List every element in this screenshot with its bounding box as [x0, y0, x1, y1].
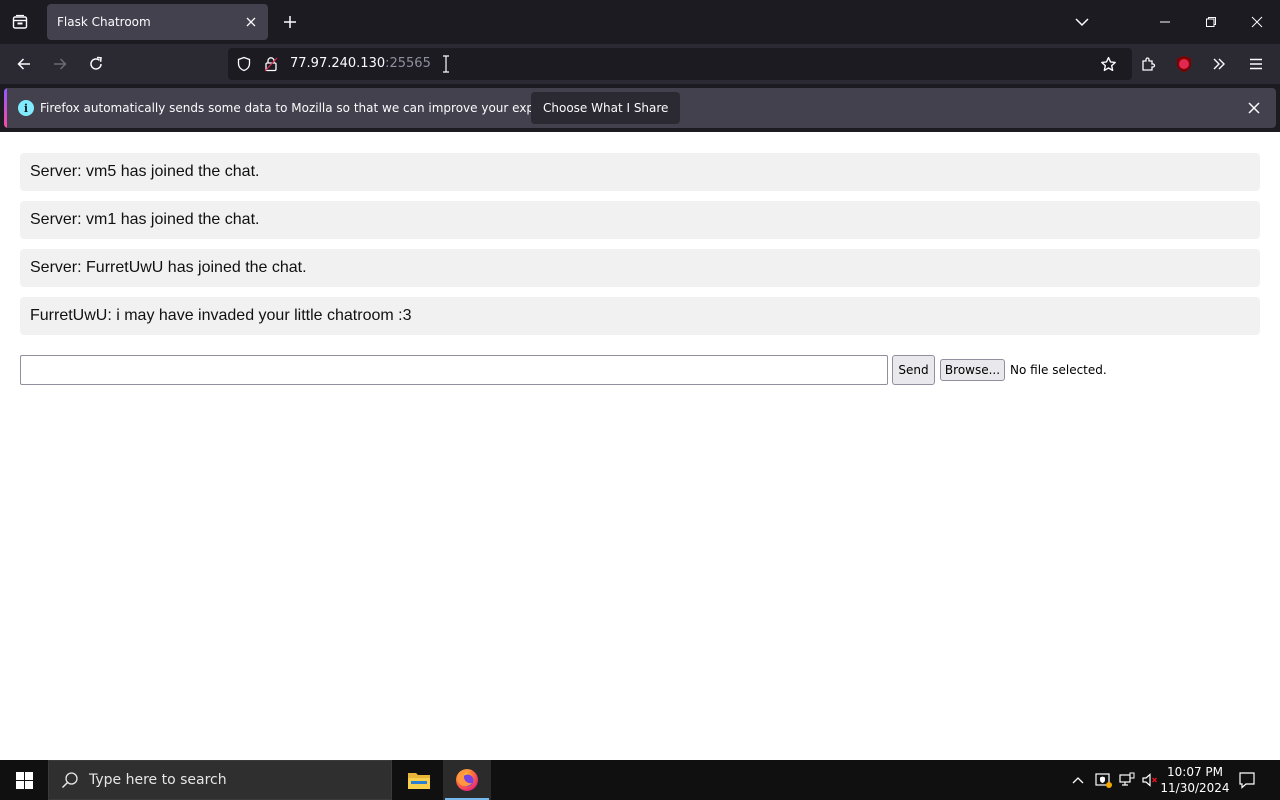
reload-icon [90, 56, 102, 70]
new-tab-button[interactable] [276, 8, 304, 36]
close-icon [1251, 16, 1263, 28]
send-button[interactable]: Send [892, 355, 935, 385]
firefox-view-button[interactable] [4, 6, 36, 38]
minimize-button[interactable] [1142, 0, 1188, 44]
windows-logo-icon [15, 771, 33, 789]
shield-icon [237, 56, 251, 72]
firefox-icon [456, 769, 478, 791]
hamburger-menu-icon [1250, 58, 1262, 70]
connection-insecure-icon[interactable] [263, 56, 279, 72]
minimize-icon [1160, 21, 1170, 23]
browse-file-button[interactable]: Browse... [940, 359, 1005, 381]
message-input[interactable] [20, 355, 888, 385]
page-viewport: Server: vm5 has joined the chat. Server:… [0, 132, 1280, 760]
tab-title: Flask Chatroom [57, 15, 151, 29]
chat-messages: Server: vm5 has joined the chat. Server:… [20, 153, 1260, 345]
star-icon [1100, 56, 1116, 71]
reload-button[interactable] [80, 48, 112, 80]
defender-icon [1095, 773, 1112, 788]
taskbar-clock[interactable]: 10:07 PM 11/30/2024 [1160, 764, 1230, 796]
chat-message: FurretUwU: i may have invaded your littl… [20, 297, 1260, 335]
message-composer: Send Browse... No file selected. [20, 355, 1260, 385]
lock-icon [264, 57, 278, 72]
window-close-button[interactable] [1234, 0, 1280, 44]
app-menu-button[interactable] [1240, 48, 1272, 80]
restore-button[interactable] [1188, 0, 1234, 44]
tracking-protection-icon[interactable] [236, 56, 252, 72]
chevrons-right-icon [1213, 58, 1225, 70]
clock-time: 10:07 PM [1167, 765, 1223, 779]
chat-message: Server: FurretUwU has joined the chat. [20, 249, 1260, 287]
notification-accent [4, 88, 7, 128]
chevron-up-icon [1072, 777, 1084, 784]
arrow-left-icon [17, 58, 30, 70]
list-all-tabs-button[interactable] [1059, 0, 1105, 44]
extensions-button[interactable] [1132, 48, 1164, 80]
notification-message: Firefox automatically sends some data to… [40, 101, 583, 115]
search-placeholder: Type here to search [89, 772, 227, 788]
taskbar-firefox[interactable] [443, 760, 491, 800]
folder-icon [408, 773, 430, 789]
taskbar-file-explorer[interactable] [395, 760, 443, 800]
forward-button[interactable] [44, 48, 76, 80]
tray-volume-icon[interactable] [1140, 770, 1160, 790]
windows-taskbar: Type here to search 10:07 PM 11/30/2024 [0, 760, 1280, 800]
close-icon [246, 17, 256, 27]
ublock-origin-button[interactable] [1168, 48, 1200, 80]
show-hidden-icons-button[interactable] [1068, 770, 1088, 790]
tray-network-icon[interactable] [1117, 770, 1137, 790]
tray-security-icon[interactable] [1093, 770, 1113, 790]
data-reporting-notification: i Firefox automatically sends some data … [4, 88, 1276, 128]
search-icon [61, 772, 78, 789]
choose-what-i-share-button[interactable]: Choose What I Share [531, 92, 681, 124]
volume-muted-icon [1142, 773, 1157, 787]
url-port: :25565 [385, 56, 431, 71]
puzzle-icon [1142, 57, 1156, 71]
close-icon [1248, 102, 1260, 114]
taskbar-search-box[interactable]: Type here to search [48, 760, 392, 800]
tab-strip: Flask Chatroom [0, 0, 1280, 44]
action-center-button[interactable] [1237, 770, 1257, 790]
bookmark-button[interactable] [1092, 48, 1124, 80]
chat-message: Server: vm1 has joined the chat. [20, 201, 1260, 239]
notification-icon [1239, 772, 1255, 789]
url-bar[interactable]: 77.97.240.130:25565 [228, 48, 1132, 80]
tab-flask-chatroom[interactable]: Flask Chatroom [47, 4, 268, 40]
url-text: 77.97.240.130:25565 [290, 56, 431, 71]
arrow-right-icon [54, 58, 67, 70]
ublock-icon [1177, 56, 1191, 72]
firefox-view-icon [12, 14, 28, 29]
restore-icon [1206, 17, 1216, 27]
url-host: 77.97.240.130 [290, 56, 386, 71]
back-button[interactable] [8, 48, 40, 80]
chat-message: Server: vm5 has joined the chat. [20, 153, 1260, 191]
chevron-down-icon [1075, 18, 1089, 27]
network-icon [1119, 772, 1135, 786]
tab-close-button[interactable] [239, 10, 263, 34]
file-status: No file selected. [1010, 363, 1107, 377]
text-cursor-icon [443, 55, 449, 73]
start-button[interactable] [0, 760, 48, 800]
notification-close-button[interactable] [1242, 96, 1266, 120]
info-icon: i [18, 100, 34, 116]
plus-icon [284, 16, 296, 28]
navigation-toolbar: 77.97.240.130:25565 [0, 44, 1280, 84]
clock-date: 11/30/2024 [1160, 781, 1230, 795]
overflow-menu-button[interactable] [1203, 48, 1235, 80]
